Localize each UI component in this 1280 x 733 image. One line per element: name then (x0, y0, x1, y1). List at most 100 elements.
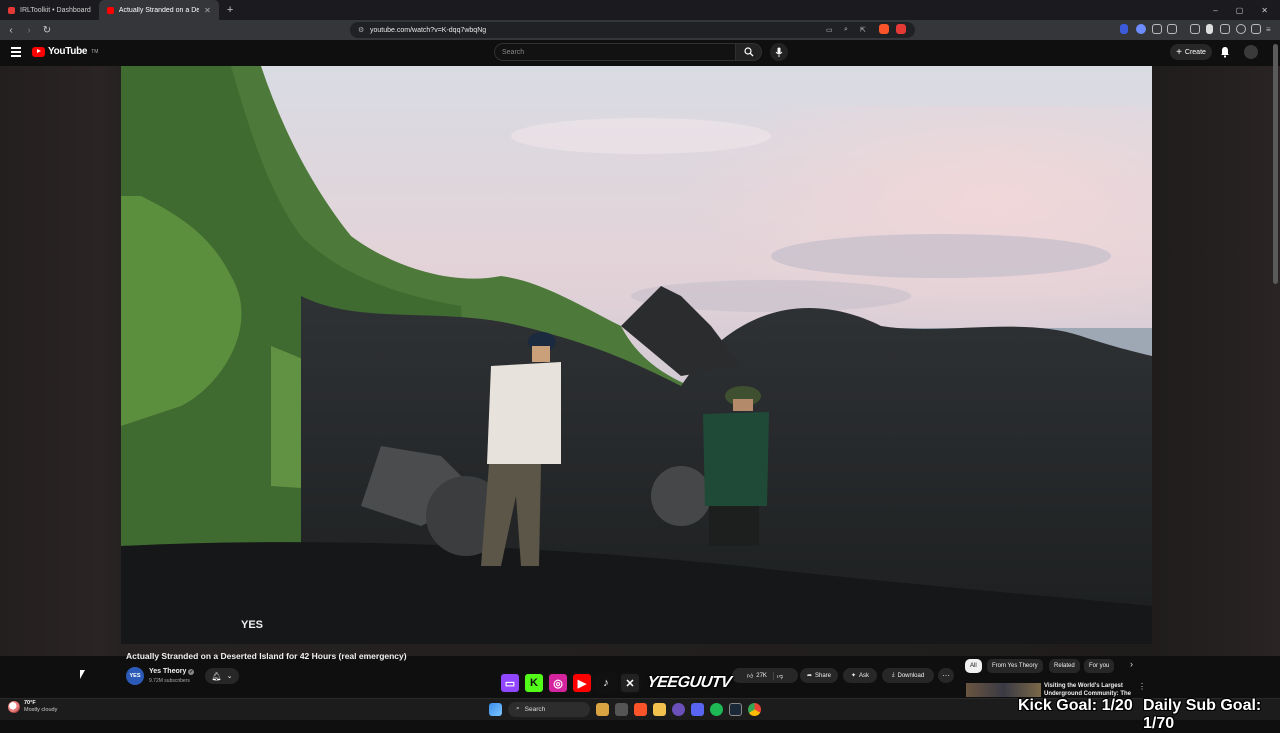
share-button[interactable]: ➦ Share (800, 668, 838, 683)
instagram-icon: ◎ (547, 672, 569, 694)
weather-temperature: 70°F (24, 700, 36, 706)
notifications-bell-icon[interactable] (1220, 46, 1230, 58)
search-icon: ⌕ (516, 705, 520, 712)
stream-social-overlay: ▭ K ◎ ▶ ♪ ✕ YEEGUUTV (499, 668, 732, 698)
chip-for-you[interactable]: For you (1084, 659, 1115, 673)
cast-icon[interactable]: ▭ (826, 26, 833, 34)
weather-description: Mostly cloudy (24, 707, 58, 713)
chrome-icon[interactable] (748, 702, 761, 716)
extension-icon[interactable] (1167, 24, 1177, 34)
weather-widget[interactable]: 70°F Mostly cloudy (8, 700, 57, 714)
search-placeholder: Search (502, 48, 525, 56)
chevron-right-icon[interactable]: › (1130, 659, 1133, 669)
ask-button[interactable]: ✦ Ask (843, 668, 877, 683)
page-scrollbar[interactable] (1273, 44, 1278, 284)
video-player[interactable]: YES (121, 66, 1152, 644)
youtube-favicon-icon (106, 6, 114, 14)
new-tab-button[interactable]: + (219, 4, 241, 16)
twitch-icon: ▭ (499, 672, 521, 694)
subscribed-notifications-button[interactable]: 🔔︎ ⌄ (205, 668, 239, 684)
extension-icon[interactable] (1136, 24, 1146, 34)
verified-badge-icon: ✓ (188, 668, 195, 675)
discord-icon[interactable] (691, 702, 704, 716)
chip-all[interactable]: All (965, 659, 982, 673)
brave-rewards-icon[interactable] (896, 24, 906, 34)
search-button[interactable] (736, 43, 762, 61)
zoom-icon[interactable]: ⌕ (844, 26, 848, 34)
close-tab-icon[interactable]: ✕ (204, 6, 211, 15)
browser-toolbar: ‹ › ↻ ⊡ ⚙ youtube.com/watch?v=K-dqq7wbqN… (0, 20, 1280, 40)
media-controls-icon[interactable] (1190, 24, 1200, 34)
microphone-icon (775, 47, 783, 57)
channel-name[interactable]: Yes Theory ✓ (149, 668, 195, 675)
kick-goal-overlay: Kick Goal: 1/20 (1018, 697, 1133, 714)
wallet-icon[interactable] (1251, 24, 1261, 34)
video-frame: YES (121, 66, 1152, 644)
sub-goal-overlay: Daily Sub Goal: 1/70 (1143, 697, 1262, 732)
voice-search-button[interactable] (770, 43, 788, 61)
forward-button[interactable]: › (22, 25, 36, 36)
share-page-icon[interactable]: ⇱ (860, 26, 866, 34)
windows-start-icon[interactable] (489, 702, 502, 716)
recommended-video-title[interactable]: Visiting the World's Largest Underground… (1044, 682, 1134, 697)
taskbar-search[interactable]: ⌕ Search (508, 701, 590, 717)
tab-irltoolkit[interactable]: IRLToolkit • Dashboard (0, 0, 99, 20)
spotify-icon[interactable] (710, 702, 723, 716)
taskview-icon[interactable] (615, 702, 628, 716)
file-explorer-icon[interactable] (653, 702, 666, 716)
brave-browser-icon[interactable] (634, 702, 647, 716)
tab-title: Actually Stranded on a Desert (118, 6, 199, 14)
channel-avatar-text: YES (129, 673, 141, 679)
hamburger-menu-icon[interactable] (11, 47, 21, 57)
account-avatar[interactable] (1244, 45, 1258, 59)
like-dislike-group: 👍︎ 27K 👎︎ (732, 668, 798, 683)
tab-title: IRLToolkit • Dashboard (20, 6, 91, 14)
extension-icon[interactable] (1120, 24, 1128, 34)
puzzle-extensions-icon[interactable] (1152, 24, 1162, 34)
more-actions-button[interactable]: ··· (938, 668, 954, 683)
like-count: 27K (756, 672, 767, 679)
channel-name-text: Yes Theory (149, 668, 187, 675)
maximize-button[interactable]: ▢ (1236, 6, 1244, 15)
search-input[interactable]: Search (494, 43, 736, 61)
tab-search-icon[interactable] (1220, 24, 1230, 34)
brave-shields-icon[interactable] (879, 24, 889, 34)
thumbs-down-icon: 👎︎ (776, 673, 784, 680)
kick-icon: K (523, 672, 545, 694)
taskbar-search-label: Search (524, 705, 546, 713)
download-icon: ⤓ (891, 672, 895, 678)
back-button[interactable]: ‹ (4, 25, 18, 36)
minimize-button[interactable]: – (1213, 6, 1217, 15)
irltoolkit-favicon-icon (8, 6, 15, 14)
chip-from-yes-theory[interactable]: From Yes Theory (987, 659, 1043, 673)
reload-button[interactable]: ↻ (40, 25, 54, 36)
ask-label: Ask (859, 672, 870, 679)
channel-avatar[interactable]: YES (126, 667, 144, 685)
thumbs-up-icon: 👍︎ (746, 673, 754, 680)
dislike-button[interactable]: 👎︎ (777, 672, 783, 680)
close-window-button[interactable]: ✕ (1261, 6, 1268, 15)
steam-icon[interactable] (729, 702, 742, 716)
recommended-more-icon[interactable]: ⋮ (1138, 682, 1146, 691)
like-button[interactable]: 👍︎ 27K (746, 671, 774, 680)
recommended-video-thumbnail[interactable] (966, 683, 1041, 697)
youtube-play-icon (32, 46, 45, 57)
create-button[interactable]: + Create (1170, 44, 1212, 60)
video-watermark: YES (241, 619, 263, 631)
chip-related[interactable]: Related (1049, 659, 1080, 673)
chevron-down-icon: ⌄ (226, 673, 233, 680)
mouse-cursor-icon (80, 670, 85, 679)
video-title: Actually Stranded on a Deserted Island f… (126, 651, 407, 661)
site-info-icon[interactable]: ⚙ (358, 26, 364, 34)
youtube-logo[interactable]: YouTube TM (32, 46, 98, 57)
vpn-icon[interactable] (1236, 24, 1246, 34)
download-button[interactable]: ⤓ Download (882, 668, 934, 683)
obs-icon[interactable] (672, 702, 685, 716)
address-bar[interactable]: ⚙ youtube.com/watch?v=K-dqq7wbqNg ▭ ⌕ ⇱ (350, 22, 915, 38)
widgets-icon[interactable] (596, 702, 609, 716)
browser-menu-icon[interactable]: ≡ (1266, 25, 1271, 34)
youtube-icon: ▶ (571, 672, 593, 694)
search-icon (743, 47, 753, 57)
sidebar-icon[interactable] (1206, 24, 1213, 34)
tab-youtube-video[interactable]: Actually Stranded on a Desert ✕ (98, 0, 219, 20)
